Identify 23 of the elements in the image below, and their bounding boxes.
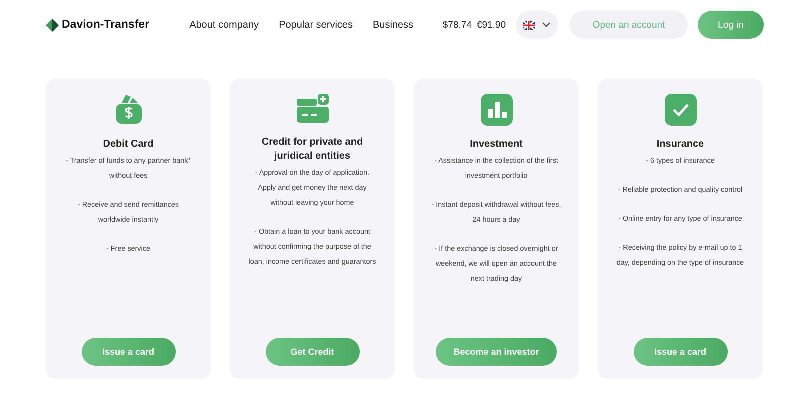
login-button[interactable]: Log in <box>698 11 764 39</box>
card-title: Debit Card <box>102 138 155 152</box>
card-plus-icon <box>296 94 330 124</box>
card-action-button[interactable]: Issue a card <box>82 338 176 366</box>
card-action-button[interactable]: Become an investor <box>436 338 558 366</box>
nav-link[interactable]: Popular services <box>279 20 353 30</box>
card-title: Investment <box>469 138 524 152</box>
card-title: Insurance <box>656 138 706 152</box>
exchange-rate: €91.90 <box>476 20 506 30</box>
logo-text: Davion-Transfer <box>62 19 150 31</box>
card-action-button[interactable]: Issue a card <box>634 338 728 366</box>
language-selector[interactable] <box>516 11 558 39</box>
exchange-rate: $78.74 <box>442 20 472 30</box>
logo-icon <box>46 18 59 32</box>
flag-icon <box>523 20 535 30</box>
open-account-button[interactable]: Open an account <box>570 11 688 39</box>
chevron-down-icon <box>542 22 551 28</box>
bar-chart-icon <box>480 94 512 126</box>
nav-link[interactable]: About company <box>190 20 260 30</box>
card-action-button[interactable]: Get Credit <box>266 338 360 366</box>
card-title: Credit for private and juridical entities <box>260 136 364 164</box>
checkmark-icon <box>664 94 696 126</box>
nav-link[interactable]: Business <box>372 20 414 30</box>
